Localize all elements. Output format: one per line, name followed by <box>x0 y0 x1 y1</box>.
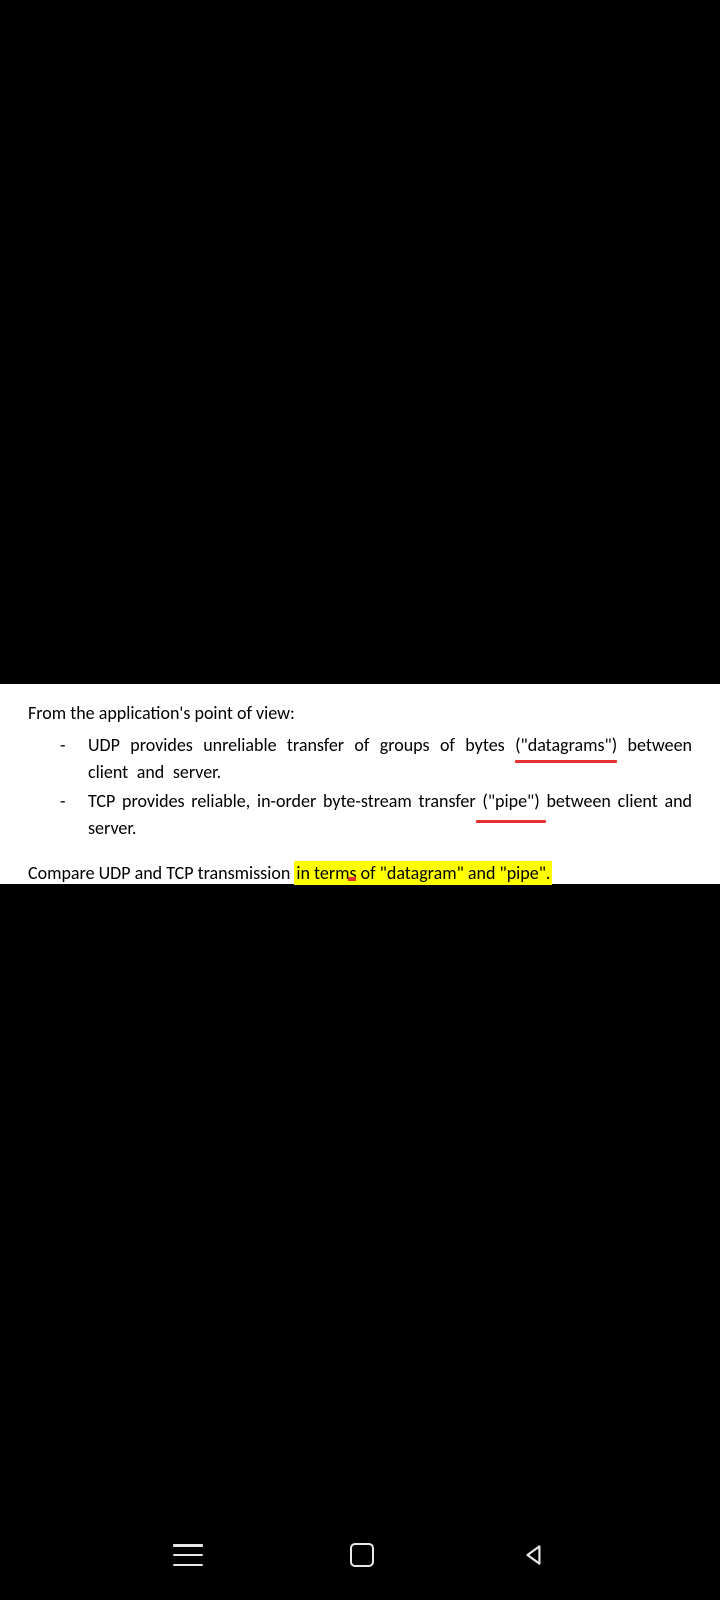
back-icon[interactable] <box>521 1542 547 1568</box>
text-segment: TCP provides reliable, in-order byte-str… <box>88 790 482 812</box>
document-content[interactable]: From the application's point of view: - … <box>0 684 720 884</box>
text-segment: UDP provides unreliable transfer of grou… <box>88 734 515 756</box>
text-segment: Compare UDP and TCP transmission <box>28 862 294 884</box>
menu-icon[interactable] <box>173 1544 203 1566</box>
list-item: - TCP provides reliable, in-order byte-s… <box>60 788 692 842</box>
underlined-pipe: ("pipe") <box>482 788 539 815</box>
recent-apps-icon[interactable] <box>350 1543 374 1567</box>
bullet-marker: - <box>60 788 88 842</box>
list-item: - UDP provides unreliable transfer of gr… <box>60 732 692 786</box>
bullet-text: UDP provides unreliable transfer of grou… <box>88 732 692 786</box>
bullet-marker: - <box>60 732 88 786</box>
bullet-list: - UDP provides unreliable transfer of gr… <box>28 732 692 842</box>
navigation-bar <box>0 1510 720 1600</box>
red-annotation-mark <box>348 877 356 881</box>
intro-text: From the application's point of view: <box>28 702 692 724</box>
bullet-text: TCP provides reliable, in-order byte-str… <box>88 788 692 842</box>
highlighted-text: in terms of "datagram" and "pipe". <box>294 861 552 885</box>
compare-text: Compare UDP and TCP transmission in term… <box>28 862 692 884</box>
underlined-datagrams: ("datagrams") <box>515 732 617 759</box>
